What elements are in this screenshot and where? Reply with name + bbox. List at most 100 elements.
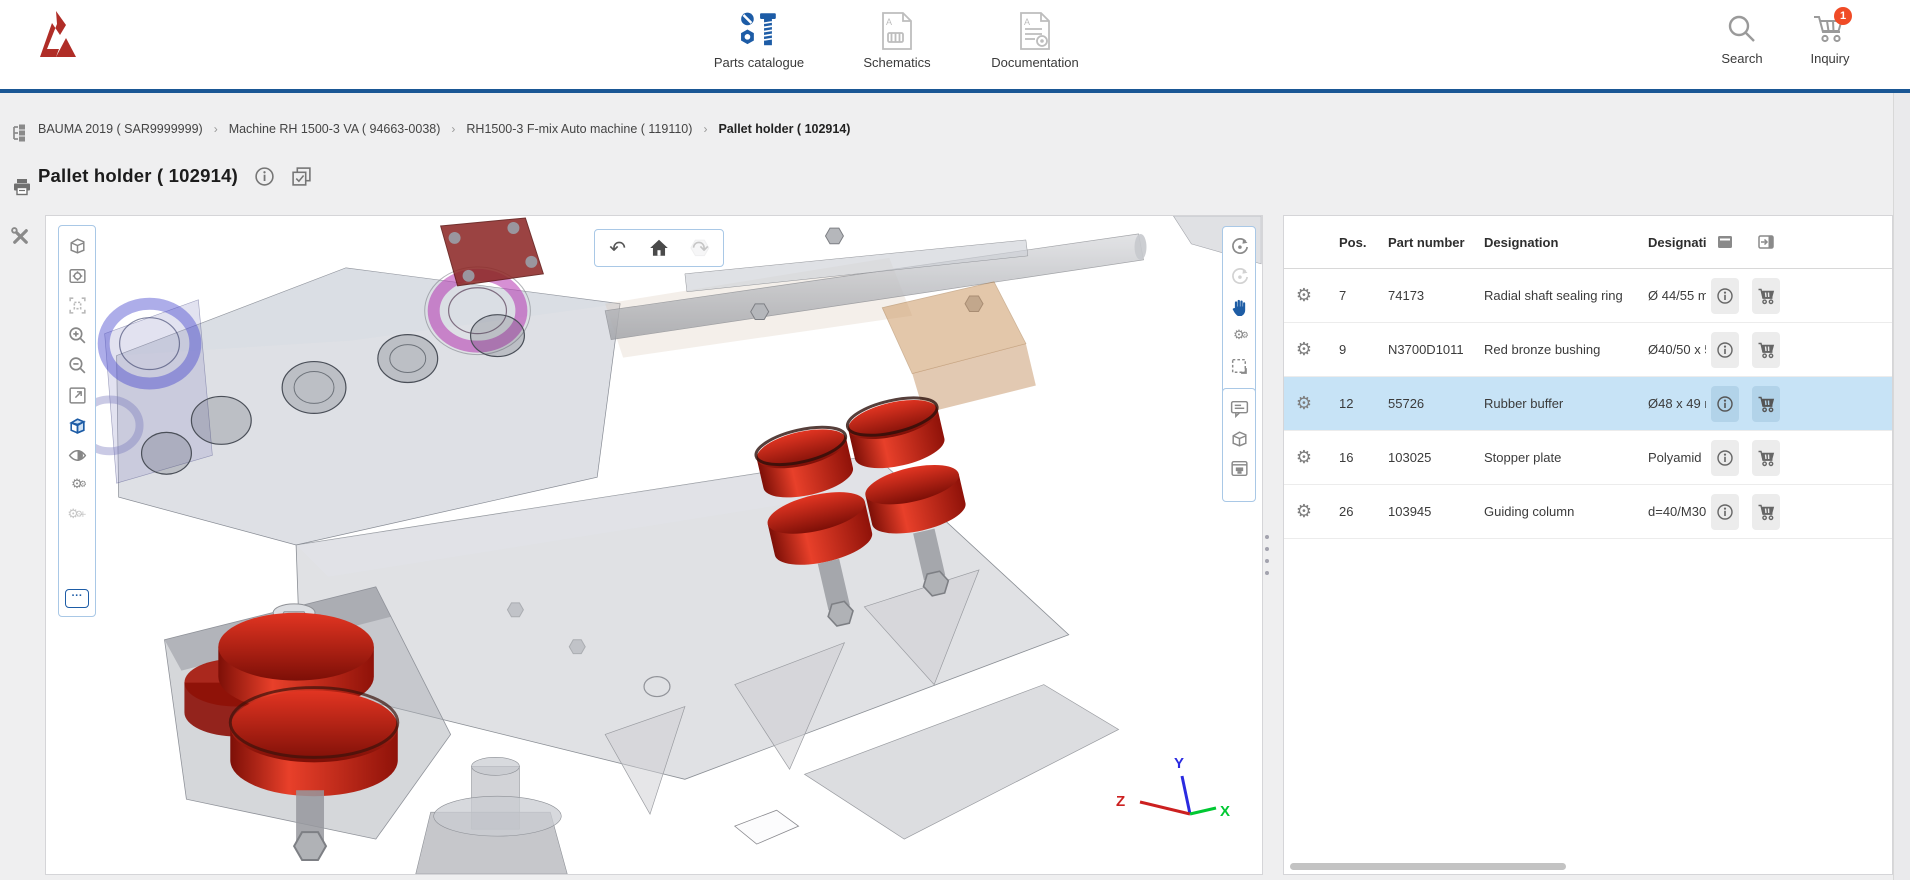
- cell-part-number: N3700D1011: [1373, 342, 1469, 357]
- row-add-to-cart-button[interactable]: [1752, 386, 1780, 422]
- more-tools-button[interactable]: ···: [65, 589, 89, 608]
- nav-label-schematics: Schematics: [863, 55, 930, 70]
- search-button[interactable]: Search: [1712, 9, 1772, 66]
- svg-text:X: X: [1220, 803, 1230, 820]
- row-settings-gear-icon[interactable]: ⚙: [1284, 393, 1324, 414]
- column-header-pos[interactable]: Pos.: [1324, 235, 1373, 250]
- rotate-button[interactable]: [1227, 235, 1251, 257]
- tab-documentation[interactable]: A Documentation: [966, 7, 1104, 70]
- breadcrumb: BAUMA 2019 ( SAR9999999) › Machine RH 15…: [38, 122, 850, 136]
- cube-button[interactable]: [1227, 427, 1251, 449]
- print-view-button[interactable]: [1227, 457, 1251, 479]
- table-row[interactable]: ⚙ 7 74173 Radial shaft sealing ring Ø 44…: [1284, 269, 1892, 323]
- tab-schematics[interactable]: A Schematics: [828, 7, 966, 70]
- breadcrumb-item-machine[interactable]: Machine RH 1500-3 VA ( 94663-0038): [229, 122, 441, 136]
- viewer-history-toolbar: ↶ ↷: [594, 229, 724, 267]
- cube-view-button[interactable]: [65, 234, 89, 256]
- table-row[interactable]: ⚙ 16 103025 Stopper plate Polyamid b: [1284, 431, 1892, 485]
- row-add-to-cart-button[interactable]: [1752, 440, 1780, 476]
- viewer-settings-button[interactable]: [65, 264, 89, 286]
- viewer-left-toolbar: ⚙⚙ ⚙⚙+ ···: [58, 225, 96, 617]
- redo-button[interactable]: ↷: [692, 231, 709, 265]
- svg-text:A: A: [1024, 17, 1030, 27]
- tab-parts-catalogue[interactable]: Parts catalogue: [690, 7, 828, 70]
- cell-part-number: 55726: [1373, 396, 1469, 411]
- row-info-button[interactable]: [1711, 386, 1739, 422]
- column-header-designation[interactable]: Designation: [1469, 235, 1633, 250]
- viewer-mode-toolbar: ⚙⚙: [1222, 226, 1256, 394]
- fit-screen-button[interactable]: [65, 384, 89, 406]
- inquiry-button[interactable]: 1 Inquiry: [1800, 9, 1860, 66]
- 3d-model-canvas[interactable]: [46, 216, 1262, 874]
- row-info-button[interactable]: [1711, 494, 1739, 530]
- visibility-button[interactable]: [65, 444, 89, 466]
- fit-selection-button[interactable]: [65, 294, 89, 316]
- assembly-gears-button[interactable]: ⚙⚙: [65, 474, 89, 496]
- table-header-row: Pos. Part number Designation Designation: [1284, 216, 1892, 269]
- cell-pos: 26: [1324, 504, 1373, 519]
- svg-text:Y: Y: [1174, 755, 1184, 772]
- cell-designation2: d=40/M30: [1633, 504, 1706, 519]
- cell-part-number: 103025: [1373, 450, 1469, 465]
- row-settings-gear-icon[interactable]: ⚙: [1284, 339, 1324, 360]
- breadcrumb-item-project[interactable]: BAUMA 2019 ( SAR9999999): [38, 122, 203, 136]
- nav-label-parts-catalogue: Parts catalogue: [714, 55, 804, 70]
- multi-select-button[interactable]: [291, 166, 312, 187]
- zoom-out-button[interactable]: [65, 354, 89, 376]
- page-title: Pallet holder ( 102914): [38, 165, 238, 187]
- hierarchy-tree-icon[interactable]: [10, 123, 30, 143]
- rotate-alt-button[interactable]: [1227, 265, 1251, 287]
- company-logo[interactable]: [30, 5, 88, 63]
- cell-designation2: Polyamid b: [1633, 450, 1706, 465]
- part-info-button[interactable]: [254, 166, 275, 187]
- header-actions: Search 1 Inquiry: [1712, 9, 1860, 66]
- row-settings-gear-icon[interactable]: ⚙: [1284, 285, 1324, 306]
- row-add-to-cart-button[interactable]: [1752, 278, 1780, 314]
- add-gears-button[interactable]: ⚙⚙+: [65, 504, 89, 526]
- breadcrumb-item-assembly[interactable]: RH1500-3 F-mix Auto machine ( 119110): [466, 122, 692, 136]
- column-header-designation2[interactable]: Designation: [1633, 235, 1706, 250]
- cell-designation2: Ø40/50 x 5: [1633, 342, 1706, 357]
- row-add-to-cart-button[interactable]: [1752, 332, 1780, 368]
- parts-catalogue-icon: [738, 7, 780, 51]
- row-info-button[interactable]: [1711, 278, 1739, 314]
- breadcrumb-separator: ›: [703, 122, 707, 136]
- exchange-gears-button[interactable]: ⚙⚙: [1227, 325, 1251, 347]
- table-row[interactable]: ⚙ 12 55726 Rubber buffer Ø48 x 49 r: [1284, 377, 1892, 431]
- row-settings-gear-icon[interactable]: ⚙: [1284, 447, 1324, 468]
- print-button[interactable]: [12, 178, 32, 197]
- home-view-button[interactable]: [648, 237, 670, 259]
- row-info-button[interactable]: [1711, 440, 1739, 476]
- table-row[interactable]: ⚙ 26 103945 Guiding column d=40/M30: [1284, 485, 1892, 539]
- logo-icon: [30, 5, 88, 63]
- parts-table-panel: Pos. Part number Designation Designation: [1283, 215, 1893, 875]
- title-row: Pallet holder ( 102914): [38, 165, 312, 187]
- row-add-to-cart-button[interactable]: [1752, 494, 1780, 530]
- inquiry-label: Inquiry: [1810, 51, 1849, 66]
- tools-panel-button[interactable]: [10, 226, 31, 247]
- select-frame-button[interactable]: [1227, 355, 1251, 377]
- table-view-toggle-button[interactable]: [1706, 233, 1744, 251]
- collapse-panel-button[interactable]: [1744, 233, 1788, 251]
- search-icon: [1726, 9, 1758, 49]
- annotation-button[interactable]: [1227, 397, 1251, 419]
- horizontal-scrollbar-thumb[interactable]: [1290, 863, 1566, 870]
- pan-hand-button[interactable]: [1227, 295, 1251, 317]
- table-row[interactable]: ⚙ 9 N3700D1011 Red bronze bushing Ø40/50…: [1284, 323, 1892, 377]
- page-scrollbar-gutter[interactable]: [1893, 93, 1910, 880]
- panel-splitter-handle[interactable]: [1265, 535, 1269, 575]
- row-settings-gear-icon[interactable]: ⚙: [1284, 501, 1324, 522]
- documentation-icon: A: [1017, 7, 1053, 51]
- cell-designation: Rubber buffer: [1469, 396, 1633, 411]
- inquiry-badge: 1: [1834, 7, 1852, 25]
- transparency-cube-button[interactable]: [65, 414, 89, 436]
- row-info-button[interactable]: [1711, 332, 1739, 368]
- cell-pos: 9: [1324, 342, 1373, 357]
- breadcrumb-separator: ›: [214, 122, 218, 136]
- undo-button[interactable]: ↶: [609, 231, 626, 265]
- zoom-in-button[interactable]: [65, 324, 89, 346]
- search-label: Search: [1721, 51, 1762, 66]
- column-header-part-number[interactable]: Part number: [1373, 235, 1469, 250]
- cell-designation: Stopper plate: [1469, 450, 1633, 465]
- cell-pos: 7: [1324, 288, 1373, 303]
